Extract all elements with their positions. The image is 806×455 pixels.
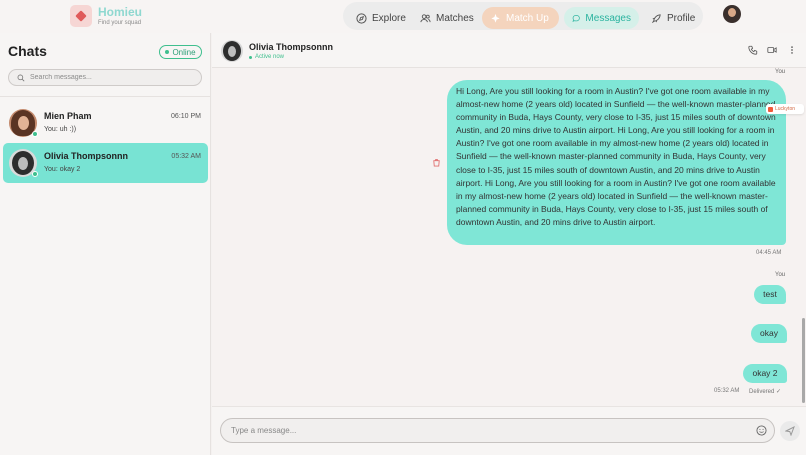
chat-last-message: You: uh :)) [44, 126, 77, 133]
contact-avatar[interactable] [221, 40, 243, 62]
rocket-icon [652, 13, 661, 23]
chat-sidebar: Chats Online Mien Pham You: uh :)) 06:10… [0, 33, 211, 455]
sparkle-icon [491, 13, 500, 23]
chat-list-item[interactable]: Mien Pham You: uh :)) 06:10 PM [3, 103, 208, 143]
online-indicator [32, 171, 38, 177]
message-bubble: test [754, 285, 786, 304]
emoji-icon[interactable] [756, 425, 767, 436]
contact-status-label: Active now [255, 54, 285, 60]
chat-time: 05:32 AM [171, 153, 201, 160]
nav-messages-label: Messages [585, 12, 631, 24]
chat-header: Olivia Thompsonnn Active now [212, 33, 806, 68]
send-button[interactable] [780, 421, 800, 441]
search-box [8, 69, 202, 86]
users-icon [420, 13, 431, 22]
message-input[interactable] [231, 426, 731, 435]
badge-icon [768, 106, 773, 112]
delivery-status: Delivered ✓ [749, 389, 782, 395]
video-icon[interactable] [767, 45, 777, 55]
message-time: 04:45 AM [756, 250, 782, 256]
online-label: Online [172, 47, 196, 57]
nav-matches[interactable]: Matches [412, 7, 482, 29]
phone-icon[interactable] [748, 45, 758, 55]
nav-profile[interactable]: Profile [643, 7, 703, 29]
search-icon [17, 74, 25, 81]
contact-name: Olivia Thompsonnn [249, 42, 334, 52]
contact-status: Active now [249, 54, 284, 60]
nav-bar: Explore Matches Match Up Messages Profil… [343, 2, 703, 30]
avatar-face [728, 8, 736, 17]
sender-label: You [775, 69, 786, 75]
nav-match-up[interactable]: Match Up [482, 7, 559, 29]
message-time: 05:32 AM [714, 388, 740, 394]
brand-name: Homieu [98, 5, 143, 19]
user-avatar[interactable] [723, 5, 741, 23]
chat-name: Olivia Thompsonnn [44, 151, 129, 161]
chat-time: 06:10 PM [171, 113, 201, 120]
message-bubble: okay [751, 324, 787, 343]
active-dot-icon [249, 55, 252, 59]
nav-profile-label: Profile [667, 12, 696, 24]
online-indicator [32, 131, 38, 137]
nav-messages[interactable]: Messages [564, 7, 639, 29]
logo-diamond-icon [75, 10, 87, 22]
brand-tagline: Find your squad [98, 20, 142, 26]
trash-icon[interactable] [432, 158, 441, 167]
online-dot-icon [165, 50, 170, 54]
message-area[interactable]: You Hi Long, Are you still looking for a… [212, 68, 806, 406]
chat-list-item-selected[interactable]: Olivia Thompsonnn You: okay 2 05:32 AM [3, 143, 208, 183]
message-bubble: okay 2 [743, 364, 787, 383]
sidebar-divider [0, 96, 211, 97]
nav-matches-label: Matches [436, 12, 474, 24]
nav-explore-label: Explore [372, 12, 406, 24]
message-bubble: Hi Long, Are you still looking for a roo… [447, 80, 786, 245]
online-status-badge[interactable]: Online [159, 45, 202, 59]
sender-label: You [775, 272, 786, 278]
chat-last-message: You: okay 2 [44, 166, 81, 173]
nav-match-up-label: Match Up [506, 12, 549, 24]
top-navigation: Homieu Find your squad Explore Matches M… [0, 0, 806, 33]
send-icon [785, 426, 795, 436]
luckyton-badge: Luckyton [766, 104, 804, 114]
chat-name: Mien Pham [44, 111, 92, 121]
nav-explore[interactable]: Explore [348, 7, 414, 29]
chat-bubble-icon [572, 14, 580, 22]
message-composer [212, 406, 806, 455]
more-options-icon[interactable] [787, 45, 797, 55]
compass-icon [356, 12, 367, 24]
chats-title: Chats [8, 43, 47, 59]
badge-label: Luckyton [775, 106, 796, 112]
search-input[interactable] [30, 74, 200, 81]
scrollbar[interactable] [802, 318, 805, 403]
message-input-box [220, 418, 775, 443]
app-logo[interactable] [70, 5, 92, 27]
